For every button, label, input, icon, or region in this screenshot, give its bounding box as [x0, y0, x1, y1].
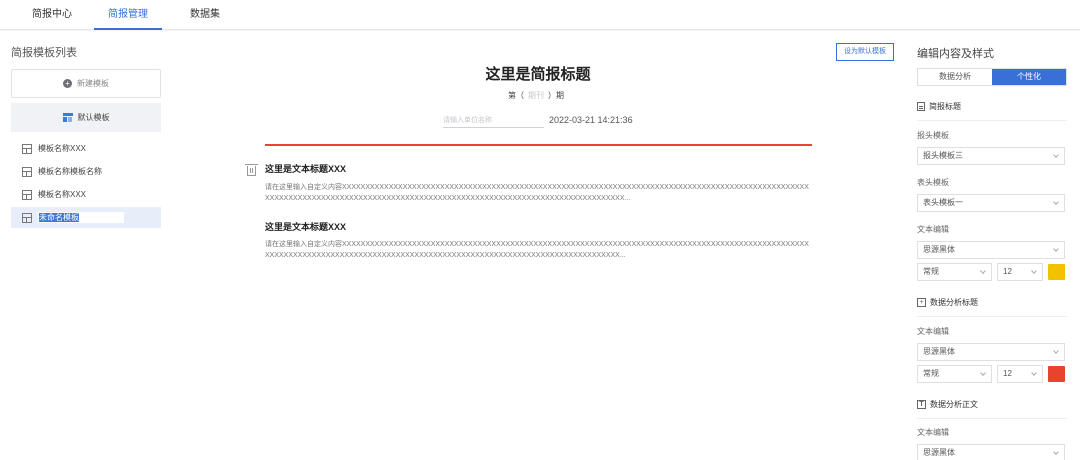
- chevron-down-icon: [1031, 268, 1037, 274]
- section-title[interactable]: 这里是文本标题XXX: [265, 220, 346, 233]
- default-template-button[interactable]: 默认模板: [11, 103, 161, 132]
- section-title[interactable]: 这里是文本标题XXX: [265, 162, 346, 175]
- template-list-panel: 简报模板列表 + 新建模板 默认模板 模板名称XXX 模板名称模板名称 模板名称…: [0, 31, 172, 460]
- text-edit-label: 文本编辑: [917, 225, 949, 234]
- chevron-down-icon: [1053, 449, 1059, 455]
- unit-name-input[interactable]: 请输入单位名称: [443, 115, 544, 128]
- template-item[interactable]: 模板名称XXX: [11, 184, 161, 205]
- editor-title: 编辑内容及样式: [917, 48, 994, 60]
- template-item[interactable]: 模板名称XXX: [11, 138, 161, 159]
- section-body[interactable]: 请在这里输入自定义内容XXXXXXXXXXXXXXXXXXXXXXXXXXXXX…: [265, 239, 810, 261]
- font-size-select[interactable]: 12: [997, 365, 1043, 383]
- header-template-select[interactable]: 报头模板三: [917, 147, 1065, 165]
- template-rename-input[interactable]: 未命名模板: [38, 212, 124, 223]
- chevron-down-icon: [980, 370, 986, 376]
- template-icon: [22, 166, 32, 177]
- table-header-label: 表头模板: [917, 178, 949, 187]
- editor-mode-tabs: 数据分析 个性化: [917, 68, 1067, 86]
- tab-data-analysis[interactable]: 数据分析: [918, 69, 992, 85]
- style-editor-panel: 编辑内容及样式 数据分析 个性化 简报标题 报头模板 报头模板三 表头模板 表头…: [904, 31, 1080, 460]
- document-icon: [917, 102, 925, 111]
- chevron-down-icon: [1053, 348, 1059, 354]
- chevron-down-icon: [1053, 199, 1059, 205]
- template-item-label: 模板名称模板名称: [38, 167, 102, 176]
- font-family-select[interactable]: 思源黑体: [917, 343, 1065, 361]
- font-family-select[interactable]: 思源黑体: [917, 241, 1065, 259]
- template-list-title: 简报模板列表: [11, 47, 77, 59]
- table-header-select[interactable]: 表头模板一: [917, 194, 1065, 212]
- issue-number: 第（ 期刊 ）期: [508, 91, 564, 100]
- font-weight-select[interactable]: 常规: [917, 263, 992, 281]
- tab-report-center[interactable]: 简报中心: [32, 0, 72, 30]
- template-icon: [22, 143, 32, 154]
- header-template-label: 报头模板: [917, 131, 949, 140]
- analysis-body-section-header: T 数据分析正文: [917, 399, 1067, 419]
- trash-icon[interactable]: [245, 164, 258, 176]
- color-swatch[interactable]: [1048, 366, 1065, 382]
- default-template-label: 默认模板: [77, 113, 110, 122]
- text-edit-label: 文本编辑: [917, 327, 949, 336]
- section-body[interactable]: 请在这里输入自定义内容XXXXXXXXXXXXXXXXXXXXXXXXXXXXX…: [265, 182, 810, 204]
- new-template-button[interactable]: + 新建模板: [11, 69, 161, 98]
- plus-circle-icon: +: [63, 79, 72, 88]
- report-preview: 设为默认模板 这里是简报标题 第（ 期刊 ）期 请输入单位名称 2022-03-21…: [172, 31, 904, 460]
- text-edit-label: 文本编辑: [917, 428, 949, 437]
- tab-report-management[interactable]: 简报管理: [94, 0, 162, 30]
- template-item-selected[interactable]: 未命名模板: [11, 207, 161, 228]
- issue-input[interactable]: 期刊: [528, 91, 544, 100]
- font-weight-select[interactable]: 常规: [917, 365, 992, 383]
- report-title-section-header: 简报标题: [917, 101, 1067, 121]
- set-default-template-button[interactable]: 设为默认模板: [836, 43, 894, 61]
- chevron-down-icon: [1031, 370, 1037, 376]
- template-item-label: 模板名称XXX: [38, 144, 87, 153]
- template-item[interactable]: 模板名称模板名称: [11, 161, 161, 182]
- template-icon: [62, 113, 73, 122]
- report-date: 2022-03-21 14:21:36: [549, 115, 633, 125]
- analysis-title-section-header: + 数据分析标题: [917, 297, 1067, 317]
- template-item-label: 模板名称XXX: [38, 190, 87, 199]
- chevron-down-icon: [980, 268, 986, 274]
- header-divider: [265, 144, 812, 146]
- tab-dataset[interactable]: 数据集: [190, 0, 220, 30]
- template-icon: [22, 189, 32, 200]
- chevron-down-icon: [1053, 246, 1059, 252]
- tab-personalize[interactable]: 个性化: [992, 69, 1066, 85]
- top-nav: 简报中心 简报管理 数据集: [0, 0, 1080, 30]
- color-swatch[interactable]: [1048, 264, 1065, 280]
- report-title[interactable]: 这里是简报标题: [172, 63, 904, 84]
- template-icon: [22, 212, 32, 223]
- text-box-icon: T: [917, 400, 926, 409]
- font-family-select[interactable]: 思源黑体: [917, 444, 1065, 460]
- chevron-down-icon: [1053, 152, 1059, 158]
- add-box-icon: +: [917, 298, 926, 307]
- font-size-select[interactable]: 12: [997, 263, 1043, 281]
- new-template-label: 新建模板: [77, 79, 109, 88]
